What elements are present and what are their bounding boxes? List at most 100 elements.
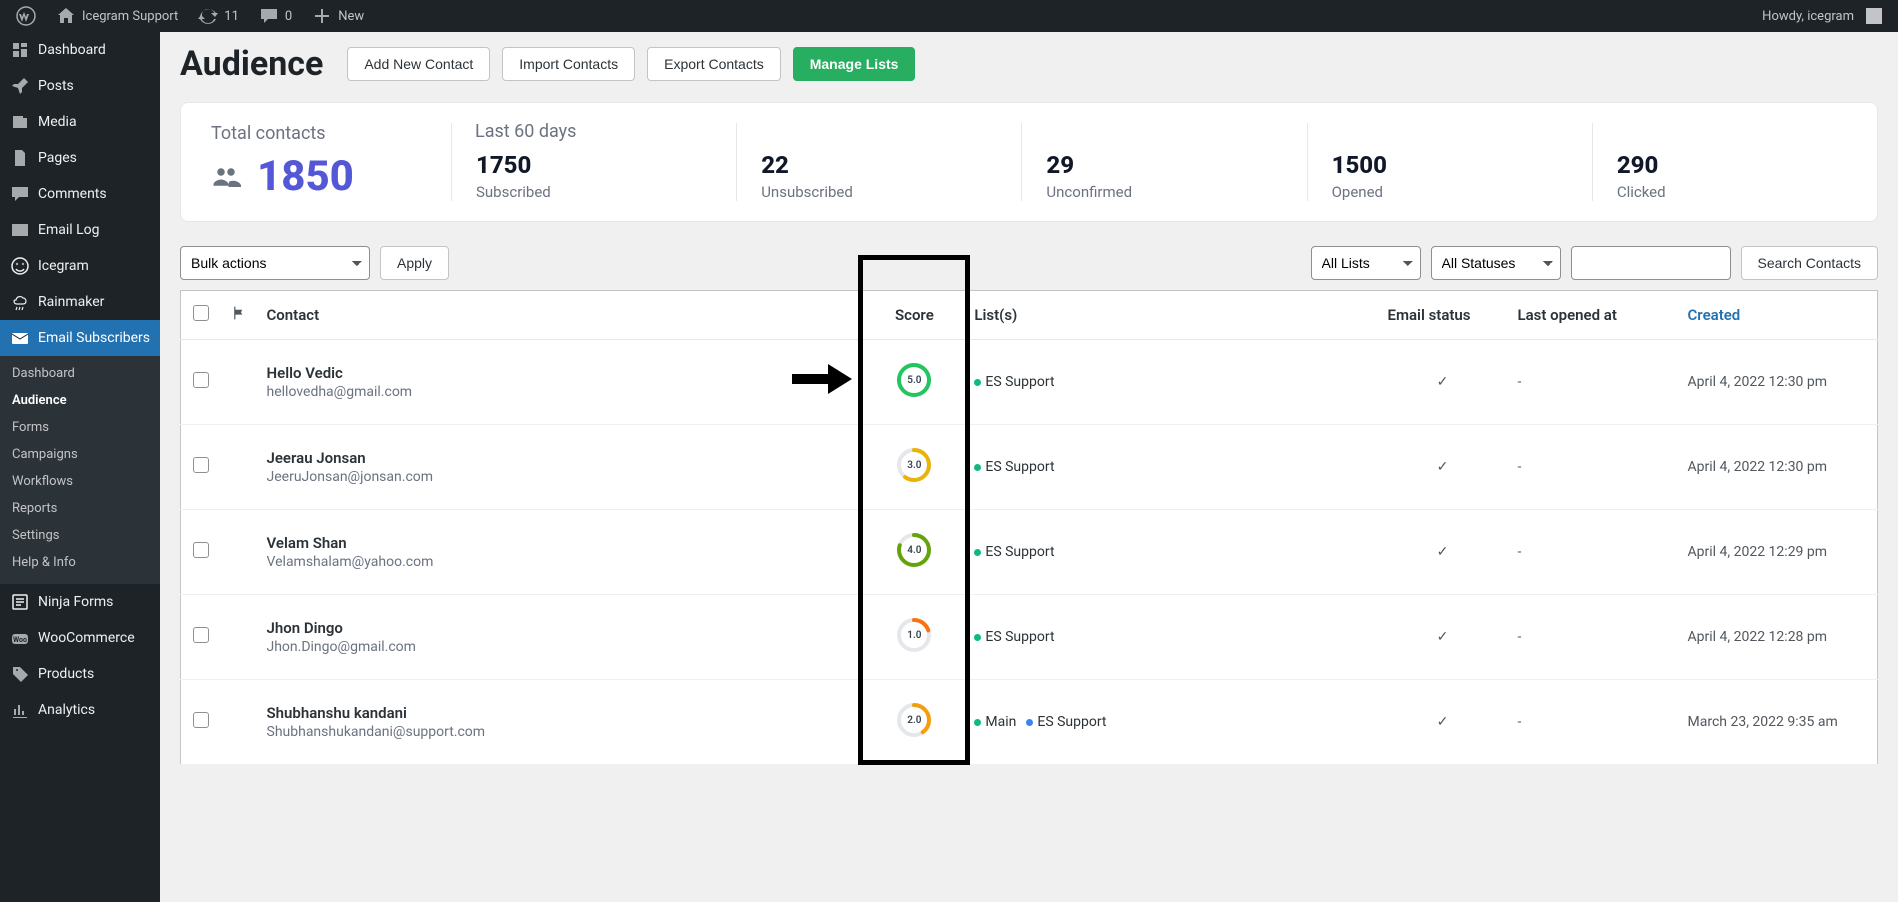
sidebar-item-label: Posts: [38, 78, 74, 94]
col-created[interactable]: Created: [1678, 291, 1878, 340]
sidebar-item-label: WooCommerce: [38, 630, 135, 646]
created-cell: April 4, 2022 12:30 pm: [1678, 340, 1878, 425]
export-contacts-button[interactable]: Export Contacts: [647, 47, 781, 81]
table-header-row: Contact Score List(s) Email status Last …: [181, 291, 1878, 340]
submenu-item-workflows[interactable]: Workflows: [0, 468, 160, 495]
sidebar-item-email-subscribers[interactable]: Email Subscribers: [0, 320, 160, 356]
site-link[interactable]: Icegram Support: [48, 0, 186, 32]
chart-icon: [10, 700, 30, 720]
sidebar-item-label: Analytics: [38, 702, 95, 718]
last-opened-cell: -: [1508, 680, 1678, 765]
updates-count: 11: [224, 9, 239, 24]
row-checkbox[interactable]: [193, 542, 209, 558]
created-cell: March 23, 2022 9:35 am: [1678, 680, 1878, 765]
list-tag: ES Support: [974, 459, 1054, 475]
submenu-item-settings[interactable]: Settings: [0, 522, 160, 549]
manage-lists-button[interactable]: Manage Lists: [793, 47, 916, 81]
submenu-item-reports[interactable]: Reports: [0, 495, 160, 522]
stat-label: Clicked: [1617, 183, 1853, 201]
status-dot: [974, 379, 981, 386]
status-dot: [974, 549, 981, 556]
stat-value: 29: [1046, 151, 1282, 179]
search-input[interactable]: [1571, 246, 1731, 280]
bulk-actions-select[interactable]: Bulk actions: [180, 246, 370, 280]
stat-value: 1750: [476, 151, 712, 179]
comments-link[interactable]: 0: [251, 0, 300, 32]
sidebar-item-woocommerce[interactable]: Woo WooCommerce: [0, 620, 160, 656]
list-tag: ES Support: [974, 544, 1054, 560]
howdy-link[interactable]: Howdy, icegram: [1754, 0, 1890, 32]
contact-name[interactable]: Shubhanshu kandani: [267, 704, 855, 722]
updates-link[interactable]: 11: [190, 0, 247, 32]
new-link[interactable]: New: [304, 0, 372, 32]
stat-col-clicked: 290 Clicked: [1592, 123, 1877, 201]
import-contacts-button[interactable]: Import Contacts: [502, 47, 635, 81]
submenu-item-dashboard[interactable]: Dashboard: [0, 360, 160, 387]
score-value: 5.0: [896, 362, 932, 398]
media-icon: [10, 112, 30, 132]
contact-email: JeeruJonsan@jonsan.com: [267, 469, 855, 485]
table-toolbar: Bulk actions Apply All Lists All Statuse…: [180, 246, 1878, 280]
submenu-item-help-info[interactable]: Help & Info: [0, 549, 160, 576]
score-ring: 5.0: [896, 362, 932, 398]
wp-logo[interactable]: [8, 0, 44, 32]
stat-label: Unsubscribed: [761, 183, 997, 201]
sidebar-item-email-log[interactable]: Email Log: [0, 212, 160, 248]
sidebar-item-icegram[interactable]: Icegram: [0, 248, 160, 284]
sidebar-item-media[interactable]: Media: [0, 104, 160, 140]
sidebar-item-products[interactable]: Products: [0, 656, 160, 692]
contact-name[interactable]: Velam Shan: [267, 534, 855, 552]
contact-email: Jhon.Dingo@gmail.com: [267, 639, 855, 655]
admin-topbar: Icegram Support 11 0 New Howdy, icegram: [0, 0, 1898, 32]
add-new-contact-button[interactable]: Add New Contact: [347, 47, 490, 81]
col-contact[interactable]: Contact: [257, 291, 865, 340]
sidebar-item-label: Ninja Forms: [38, 594, 113, 610]
row-checkbox[interactable]: [193, 712, 209, 728]
col-score[interactable]: Score: [864, 291, 964, 340]
sidebar-item-comments[interactable]: Comments: [0, 176, 160, 212]
admin-sidebar: Dashboard Posts Media Pages Comments Ema…: [0, 32, 160, 902]
sidebar-submenu: DashboardAudienceFormsCampaignsWorkflows…: [0, 356, 160, 584]
col-email-status[interactable]: Email status: [1378, 291, 1508, 340]
sidebar-item-posts[interactable]: Posts: [0, 68, 160, 104]
email-status-cell: ✓: [1378, 425, 1508, 510]
plus-icon: [312, 6, 332, 26]
tag-icon: [10, 664, 30, 684]
all-lists-select[interactable]: All Lists: [1311, 246, 1421, 280]
stat-col-opened: 1500 Opened: [1307, 123, 1592, 201]
search-contacts-button[interactable]: Search Contacts: [1741, 246, 1879, 280]
sidebar-item-ninja-forms[interactable]: Ninja Forms: [0, 584, 160, 620]
table-row: Jhon Dingo Jhon.Dingo@gmail.com 1.0 ES S…: [181, 595, 1878, 680]
people-icon: [211, 162, 241, 192]
row-checkbox[interactable]: [193, 457, 209, 473]
contact-name[interactable]: Hello Vedic: [267, 364, 855, 382]
row-checkbox[interactable]: [193, 627, 209, 643]
table-row: Hello Vedic hellovedha@gmail.com 5.0 ES …: [181, 340, 1878, 425]
all-statuses-select[interactable]: All Statuses: [1431, 246, 1561, 280]
sidebar-item-pages[interactable]: Pages: [0, 140, 160, 176]
score-value: 2.0: [896, 702, 932, 738]
lists-cell: ES Support: [964, 595, 1377, 680]
row-checkbox[interactable]: [193, 372, 209, 388]
submenu-item-campaigns[interactable]: Campaigns: [0, 441, 160, 468]
select-all-checkbox[interactable]: [193, 305, 209, 321]
stat-label: Opened: [1332, 183, 1568, 201]
sidebar-item-rainmaker[interactable]: Rainmaker: [0, 284, 160, 320]
last-opened-cell: -: [1508, 595, 1678, 680]
flag-icon[interactable]: [231, 305, 247, 321]
col-last-opened[interactable]: Last opened at: [1508, 291, 1678, 340]
page-header: Audience Add New Contact Import Contacts…: [180, 32, 1878, 102]
sidebar-item-dashboard[interactable]: Dashboard: [0, 32, 160, 68]
envelope-icon: [10, 220, 30, 240]
sidebar-item-label: Media: [38, 114, 77, 130]
submenu-item-forms[interactable]: Forms: [0, 414, 160, 441]
lists-cell: ES Support: [964, 510, 1377, 595]
col-lists[interactable]: List(s): [964, 291, 1377, 340]
contact-name[interactable]: Jhon Dingo: [267, 619, 855, 637]
sidebar-item-label: Products: [38, 666, 94, 682]
submenu-item-audience[interactable]: Audience: [0, 387, 160, 414]
stat-columns: Last 60 days 1750 Subscribed22 Unsubscri…: [451, 123, 1877, 201]
contact-name[interactable]: Jeerau Jonsan: [267, 449, 855, 467]
apply-button[interactable]: Apply: [380, 246, 449, 280]
sidebar-item-analytics[interactable]: Analytics: [0, 692, 160, 728]
